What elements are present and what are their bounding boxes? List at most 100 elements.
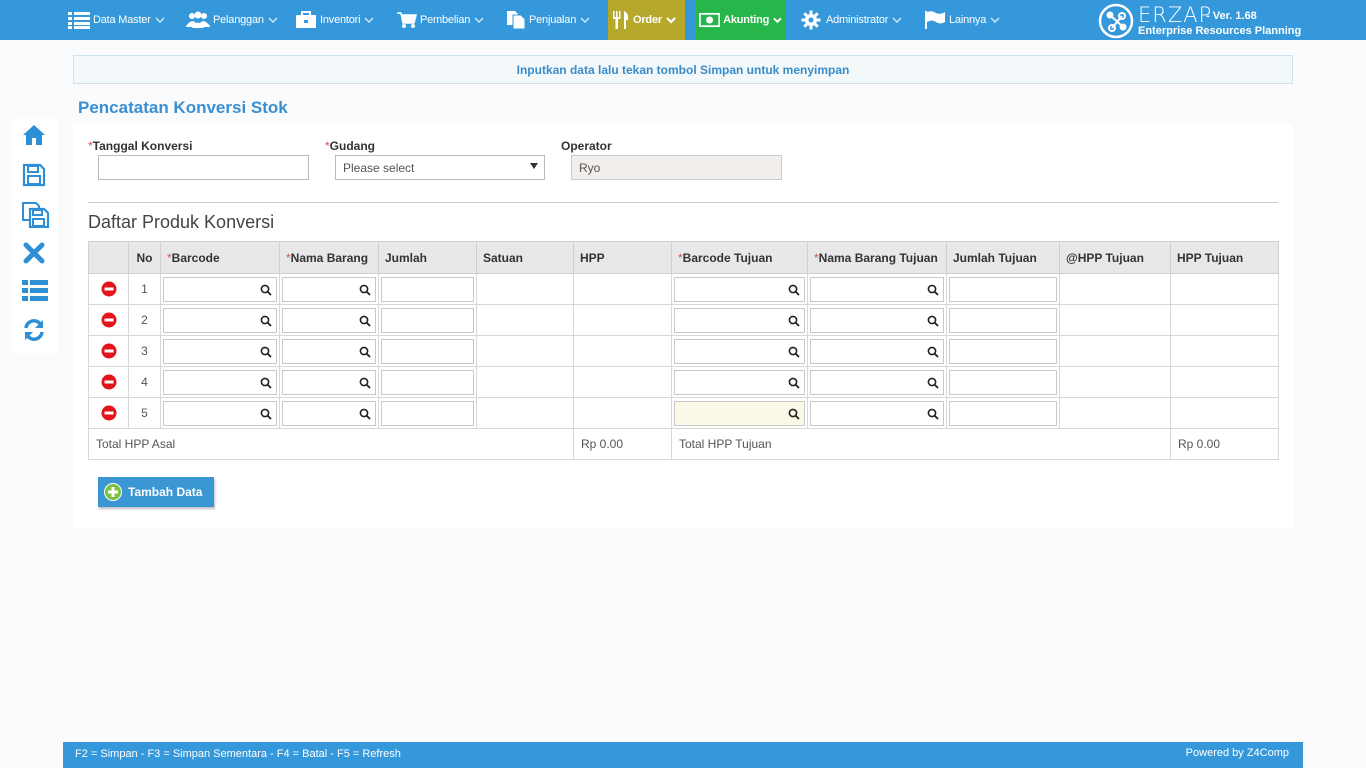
barcode-input[interactable]	[163, 400, 277, 426]
hpp-cell	[573, 335, 672, 367]
barcode-input[interactable]	[163, 338, 277, 364]
divider	[88, 202, 1278, 203]
nama-barang-input[interactable]	[282, 307, 376, 333]
jumlah-input[interactable]	[381, 276, 474, 302]
nav-akunting[interactable]: Akunting	[695, 0, 786, 40]
delete-row-icon[interactable]	[101, 343, 117, 359]
hpp-tujuan-unit-cell	[1059, 273, 1171, 305]
jumlah-tujuan-cell	[946, 335, 1060, 367]
nav-data-master[interactable]: Data Master	[68, 0, 165, 40]
chevron-down-icon	[268, 17, 278, 23]
search-icon	[359, 408, 371, 420]
nama-barang-cell	[279, 397, 379, 429]
jumlah-tujuan-cell	[946, 397, 1060, 429]
nama-barang-input[interactable]	[282, 338, 376, 364]
jumlah-cell	[378, 304, 477, 336]
barcode-tujuan-input[interactable]	[674, 369, 805, 395]
nav-pembelian[interactable]: Pembelian	[397, 0, 484, 40]
barcode-tujuan-input[interactable]	[674, 338, 805, 364]
delete-row-icon[interactable]	[101, 312, 117, 328]
nav-penjualan[interactable]: Penjualan	[506, 0, 590, 40]
jumlah-input[interactable]	[381, 307, 474, 333]
home-button[interactable]	[22, 124, 48, 150]
jumlah-cell	[378, 335, 477, 367]
search-icon	[788, 408, 800, 420]
barcode-tujuan-input[interactable]	[674, 400, 805, 426]
refresh-button[interactable]	[22, 318, 48, 344]
operator-label: Operator	[561, 139, 612, 153]
nav-pelanggan[interactable]: Pelanggan	[186, 0, 278, 40]
briefcase-icon	[296, 11, 316, 28]
nama-barang-input[interactable]	[282, 369, 376, 395]
list-button[interactable]	[22, 280, 48, 306]
hpp-tujuan-unit-cell	[1059, 366, 1171, 398]
hpp-cell	[573, 366, 672, 398]
nav-inventori[interactable]: Inventori	[295, 0, 374, 40]
tanggal-konversi-input[interactable]	[98, 155, 309, 180]
tambah-data-button[interactable]: Tambah Data	[98, 477, 214, 507]
delete-row-icon[interactable]	[101, 281, 117, 297]
search-icon	[260, 408, 272, 420]
nama-barang-input[interactable]	[282, 276, 376, 302]
cancel-button[interactable]	[22, 241, 48, 267]
row-number: 5	[128, 397, 161, 429]
nav-lainnya[interactable]: Lainnya	[924, 0, 1000, 40]
hpp-cell	[573, 304, 672, 336]
nama-barang-cell	[279, 273, 379, 305]
nama-barang-tujuan-input[interactable]	[810, 307, 944, 333]
nav-order[interactable]: Order	[608, 0, 685, 40]
jumlah-tujuan-input[interactable]	[949, 369, 1057, 395]
search-icon	[788, 377, 800, 389]
jumlah-tujuan-input[interactable]	[949, 276, 1057, 302]
jumlah-tujuan-input[interactable]	[949, 338, 1057, 364]
hpp-cell	[573, 397, 672, 429]
barcode-tujuan-input[interactable]	[674, 307, 805, 333]
save-draft-button[interactable]	[22, 202, 50, 228]
jumlah-input[interactable]	[381, 400, 474, 426]
barcode-cell	[160, 304, 280, 336]
col-header-nama-barang: *Nama Barang	[279, 241, 379, 274]
gudang-select[interactable]: Please select	[335, 155, 545, 180]
save-all-icon	[22, 202, 50, 228]
jumlah-tujuan-input[interactable]	[949, 400, 1057, 426]
section-title: Daftar Produk Konversi	[88, 212, 275, 232]
nama-barang-tujuan-input[interactable]	[810, 276, 944, 302]
nama-barang-tujuan-input[interactable]	[810, 369, 944, 395]
brand-name: ERZAP	[1138, 3, 1213, 27]
floppy-icon	[22, 163, 46, 187]
table-row: 3	[88, 335, 1279, 367]
delete-row-cell	[88, 335, 129, 367]
barcode-tujuan-cell	[671, 335, 808, 367]
chevron-down-icon	[474, 17, 484, 23]
nav-administrator[interactable]: Administrator	[801, 0, 902, 40]
nama-barang-input[interactable]	[282, 400, 376, 426]
jumlah-tujuan-input[interactable]	[949, 307, 1057, 333]
barcode-tujuan-input[interactable]	[674, 276, 805, 302]
table-row: 5	[88, 397, 1279, 429]
tanggal-label: *Tanggal Konversi	[88, 139, 192, 153]
search-icon	[788, 284, 800, 296]
barcode-input[interactable]	[163, 369, 277, 395]
barcode-input[interactable]	[163, 276, 277, 302]
search-icon	[260, 377, 272, 389]
barcode-input[interactable]	[163, 307, 277, 333]
list-icon	[22, 280, 48, 301]
col-header-hpp: HPP	[573, 241, 672, 274]
save-button[interactable]	[22, 163, 48, 189]
nama-barang-tujuan-input[interactable]	[810, 400, 944, 426]
caret-down-icon	[530, 163, 538, 169]
gear-icon	[801, 10, 821, 30]
nama-barang-tujuan-input[interactable]	[810, 338, 944, 364]
jumlah-input[interactable]	[381, 338, 474, 364]
hpp-tujuan-cell	[1170, 335, 1279, 367]
nav-label: Administrator	[826, 14, 889, 26]
jumlah-input[interactable]	[381, 369, 474, 395]
chevron-down-icon	[666, 16, 676, 24]
money-icon	[699, 12, 721, 28]
delete-row-icon[interactable]	[101, 405, 117, 421]
col-header-hpp-tujuan-unit: @HPP Tujuan	[1059, 241, 1171, 274]
satuan-cell	[476, 366, 574, 398]
delete-row-icon[interactable]	[101, 374, 117, 390]
hpp-tujuan-cell	[1170, 304, 1279, 336]
jumlah-cell	[378, 397, 477, 429]
